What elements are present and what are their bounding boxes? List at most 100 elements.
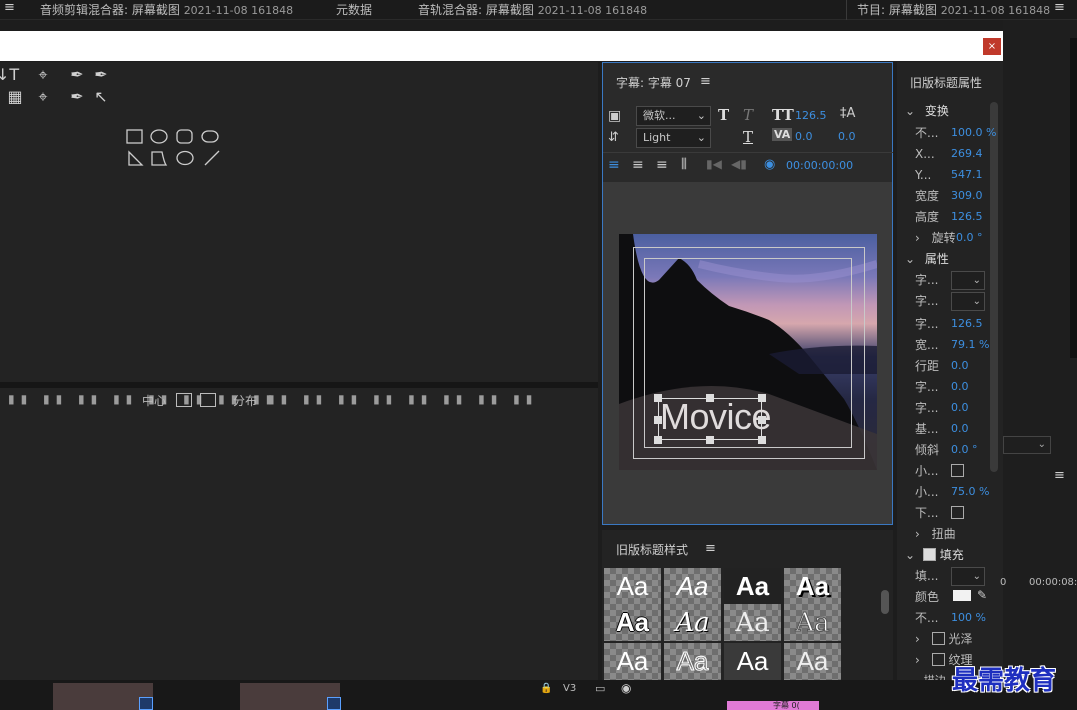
- x-position-value[interactable]: 269.4: [951, 145, 983, 163]
- pen-icon[interactable]: ✒: [66, 66, 88, 84]
- delete-anchor-icon[interactable]: ✒: [66, 88, 88, 106]
- baseline-value[interactable]: 0.0: [951, 420, 969, 438]
- slant-value[interactable]: 0.0 °: [951, 441, 978, 459]
- title-clip[interactable]: 字幕 0(: [727, 701, 819, 710]
- line-spacing-icon[interactable]: ⇵: [608, 130, 619, 145]
- center-vertical-button[interactable]: [200, 393, 216, 407]
- width-value[interactable]: 309.0: [951, 187, 983, 205]
- leading-value[interactable]: 0.0: [838, 130, 856, 143]
- resize-handle[interactable]: [758, 394, 766, 402]
- tab-audio-track-mixer[interactable]: 音轨混合器: 屏幕截图 2021-11-08 161848: [418, 1, 647, 18]
- aspect-value[interactable]: 79.1 %: [951, 336, 989, 354]
- title-designer-tab[interactable]: 字幕: 字幕 07: [616, 74, 691, 91]
- underline-icon[interactable]: T: [743, 128, 753, 146]
- title-panel-menu-icon[interactable]: ≡: [700, 74, 711, 89]
- play-back-icon[interactable]: ◀▮: [731, 157, 747, 171]
- fill-section[interactable]: ⌄ 填充: [905, 546, 964, 564]
- path-text-icon[interactable]: ⌖: [32, 66, 54, 84]
- tracking-value[interactable]: 0.0: [951, 399, 969, 417]
- fill-type-dropdown[interactable]: ⌄: [951, 567, 985, 586]
- title-properties-tab[interactable]: 旧版标题属性: [910, 74, 982, 91]
- styles-scrollbar[interactable]: [881, 590, 889, 614]
- resize-handle[interactable]: [706, 394, 714, 402]
- style-swatch[interactable]: Aa: [724, 568, 781, 605]
- resize-handle[interactable]: [654, 394, 662, 402]
- program-menu-icon[interactable]: ≡: [1054, 0, 1065, 15]
- style-swatch[interactable]: Aa: [604, 568, 661, 605]
- font-style-prop-dropdown[interactable]: ⌄: [951, 292, 985, 311]
- style-swatch[interactable]: Aa: [664, 643, 721, 680]
- resize-handle[interactable]: [654, 416, 662, 424]
- align-center-icon[interactable]: ≡: [632, 157, 644, 173]
- close-button[interactable]: ×: [983, 38, 1001, 55]
- resize-handle[interactable]: [758, 416, 766, 424]
- resize-handle[interactable]: [758, 436, 766, 444]
- play-forward-icon[interactable]: ▮◀: [706, 157, 722, 171]
- tab-program[interactable]: 节目: 屏幕截图 2021-11-08 161848: [857, 1, 1050, 18]
- style-swatch[interactable]: Aa: [724, 643, 781, 680]
- distribute-buttons[interactable]: ▮▮ ▮▮ ▮▮ ▮▮ ▮▮ ▮▮ ▮▮ ▮▮: [268, 392, 538, 412]
- sheen-row[interactable]: › 光泽: [915, 630, 972, 648]
- resize-handle[interactable]: [654, 436, 662, 444]
- style-swatch[interactable]: Aa: [784, 568, 841, 605]
- tab-audio-clip-mixer[interactable]: 音频剪辑混合器: 屏幕截图 2021-11-08 161848: [40, 1, 293, 18]
- style-swatch[interactable]: Aa: [784, 643, 841, 680]
- center-horizontal-button[interactable]: [176, 393, 192, 407]
- rotation-value[interactable]: 0.0 °: [956, 229, 983, 247]
- y-position-value[interactable]: 547.1: [951, 166, 983, 184]
- title-styles-tab[interactable]: 旧版标题样式: [616, 541, 688, 558]
- smallcaps-checkbox[interactable]: [951, 464, 964, 477]
- sync-timecode-icon[interactable]: ◉: [764, 157, 775, 172]
- area-text-icon[interactable]: ▦: [4, 88, 26, 106]
- font-style-dropdown[interactable]: Light ⌄: [636, 128, 711, 148]
- transform-section[interactable]: ⌄ 变换: [905, 102, 949, 120]
- timecode[interactable]: 00:00:00:00: [786, 159, 853, 172]
- resize-handle[interactable]: [706, 436, 714, 444]
- fill-color-swatch[interactable]: [953, 590, 971, 601]
- timeline-menu-icon[interactable]: ≡: [1054, 468, 1065, 483]
- clip-thumbnail[interactable]: [240, 683, 340, 710]
- eye-icon[interactable]: ◉: [621, 681, 631, 695]
- kerning-value[interactable]: 0.0: [795, 130, 813, 143]
- height-value[interactable]: 126.5: [951, 208, 983, 226]
- convert-anchor-icon[interactable]: ↖: [90, 88, 112, 106]
- lock-icon[interactable]: 🔒: [540, 683, 552, 694]
- font-family-dropdown[interactable]: 微软... ⌄: [636, 106, 711, 126]
- vertical-path-text-icon[interactable]: ⌖: [32, 88, 54, 106]
- distort-row[interactable]: › 扭曲: [915, 525, 956, 543]
- tab-metadata[interactable]: 元数据: [336, 1, 372, 18]
- fill-opacity-value[interactable]: 100 %: [951, 609, 986, 627]
- clip-thumbnail[interactable]: [53, 683, 153, 710]
- title-text[interactable]: Movice: [660, 396, 772, 438]
- properties-scrollbar[interactable]: [990, 102, 998, 472]
- eyedropper-icon[interactable]: ✎: [977, 588, 987, 602]
- vertical-text-icon[interactable]: ↓T: [0, 66, 19, 84]
- style-swatch[interactable]: Aa: [664, 604, 721, 641]
- add-anchor-icon[interactable]: ✒: [90, 66, 112, 84]
- opacity-value[interactable]: 100.0 %: [951, 124, 996, 142]
- styles-menu-icon[interactable]: ≡: [705, 541, 716, 556]
- properties-section[interactable]: ⌄ 属性: [905, 250, 949, 268]
- rotation-row[interactable]: › 旋转: [915, 229, 956, 247]
- font-size-value[interactable]: 126.5: [795, 109, 827, 122]
- film-icon[interactable]: ▣: [608, 108, 621, 124]
- panel-menu-icon[interactable]: ≡: [4, 0, 15, 15]
- kerning-prop-value[interactable]: 0.0: [951, 378, 969, 396]
- tab-stops-icon[interactable]: ⫼: [681, 157, 687, 172]
- zoom-dropdown[interactable]: ⌄: [1003, 436, 1051, 454]
- align-right-icon[interactable]: ≡: [656, 157, 668, 173]
- style-swatch[interactable]: Aa: [604, 604, 661, 641]
- bold-icon[interactable]: T: [718, 106, 729, 124]
- italic-icon[interactable]: T: [743, 106, 753, 124]
- font-family-prop-dropdown[interactable]: ⌄: [951, 271, 985, 290]
- style-swatch[interactable]: Aa: [724, 604, 781, 641]
- leading-prop-value[interactable]: 0.0: [951, 357, 969, 375]
- align-left-icon[interactable]: ≡: [608, 157, 620, 173]
- style-swatch[interactable]: Aa: [604, 643, 661, 680]
- shape-tools[interactable]: [124, 128, 224, 172]
- font-size-prop-value[interactable]: 126.5: [951, 315, 983, 333]
- style-swatch[interactable]: Aa: [784, 604, 841, 641]
- style-swatch[interactable]: Aa: [664, 568, 721, 605]
- underline-checkbox[interactable]: [951, 506, 964, 519]
- track-output-icon[interactable]: ▭: [595, 682, 605, 695]
